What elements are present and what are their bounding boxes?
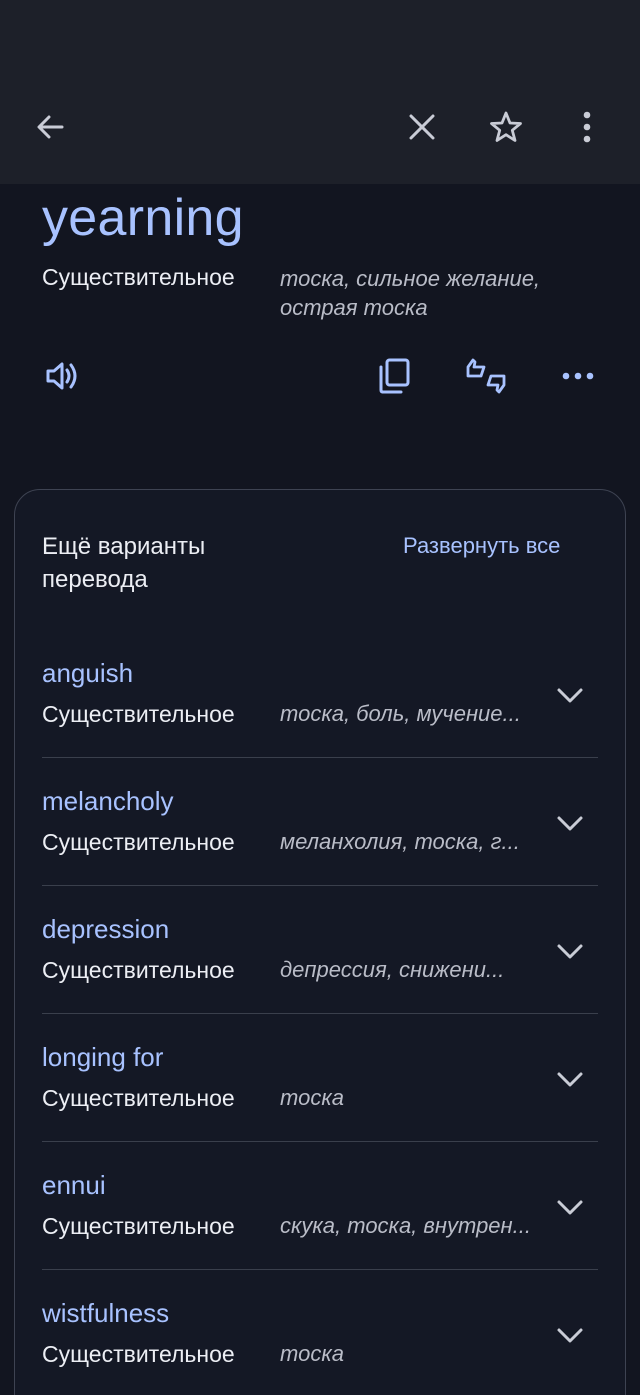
part-of-speech-label: Существительное <box>42 264 235 290</box>
chevron-down-icon <box>557 944 583 959</box>
close-icon <box>409 114 435 140</box>
variant-word: wistfulness <box>42 1298 170 1328</box>
more-vertical-icon <box>583 111 591 143</box>
chevron-down-icon <box>557 1200 583 1215</box>
overflow-menu-button[interactable] <box>563 103 611 151</box>
translation-variants-list: anguish Существительное тоска, боль, мучен… <box>42 630 598 1395</box>
copy-button[interactable] <box>370 352 418 400</box>
variant-part-of-speech: Существительное <box>42 1341 235 1367</box>
expand-variant-button[interactable] <box>552 1062 588 1098</box>
variant-word: depression <box>42 914 170 944</box>
translation-variant-row[interactable]: wistfulness Существительное тоска <box>42 1270 598 1395</box>
more-actions-button[interactable] <box>554 352 602 400</box>
variant-word: longing for <box>42 1042 164 1072</box>
chevron-down-icon <box>557 688 583 703</box>
thumbs-up-down-icon <box>466 358 506 394</box>
variant-translations: тоска <box>280 1341 344 1366</box>
variant-translations: депрессия, снижени... <box>280 957 505 982</box>
variant-translations: скука, тоска, внутрен... <box>280 1213 531 1238</box>
variant-part-of-speech: Существительное <box>42 957 235 983</box>
variant-word: melancholy <box>42 786 174 816</box>
feedback-button[interactable] <box>462 352 510 400</box>
variant-word: ennui <box>42 1170 106 1200</box>
headword: yearning <box>42 189 244 247</box>
more-translations-title: Ещё варианты перевода <box>42 533 206 593</box>
star-outline-icon <box>490 111 522 142</box>
main-translations: тоска, сильное желание, острая тоска <box>280 266 541 320</box>
copy-icon <box>379 358 410 394</box>
expand-variant-button[interactable] <box>552 1318 588 1354</box>
speaker-icon <box>46 362 77 390</box>
speak-button[interactable] <box>38 352 86 400</box>
top-app-bar <box>0 0 640 184</box>
variant-translations: тоска <box>280 1085 344 1110</box>
expand-all-button[interactable]: Развернуть все <box>403 533 560 559</box>
variant-part-of-speech: Существительное <box>42 701 235 727</box>
translation-variant-row[interactable]: depression Существительное депрессия, сниж… <box>42 886 598 1014</box>
expand-variant-button[interactable] <box>552 806 588 842</box>
variant-word: anguish <box>42 658 134 688</box>
chevron-down-icon <box>557 1072 583 1087</box>
chevron-down-icon <box>557 816 583 831</box>
back-button[interactable] <box>26 103 74 151</box>
translation-variant-row[interactable]: anguish Существительное тоска, боль, мучен… <box>42 630 598 758</box>
expand-variant-button[interactable] <box>552 1190 588 1226</box>
variant-part-of-speech: Существительное <box>42 1085 235 1111</box>
variant-translations: меланхолия, тоска, г... <box>280 829 520 854</box>
favorite-button[interactable] <box>482 103 530 151</box>
close-button[interactable] <box>398 103 446 151</box>
more-horizontal-icon <box>562 372 594 380</box>
translation-variant-row[interactable]: ennui Существительное скука, тоска, внутре… <box>42 1142 598 1270</box>
expand-variant-button[interactable] <box>552 934 588 970</box>
chevron-down-icon <box>557 1328 583 1343</box>
variant-part-of-speech: Существительное <box>42 829 235 855</box>
variant-translations: тоска, боль, мучение... <box>280 701 521 726</box>
translation-variant-row[interactable]: longing for Существительное тоска <box>42 1014 598 1142</box>
translation-variant-row[interactable]: melancholy Существительное меланхолия, тос… <box>42 758 598 886</box>
expand-variant-button[interactable] <box>552 678 588 714</box>
arrow-left-icon <box>37 115 64 139</box>
variant-part-of-speech: Существительное <box>42 1213 235 1239</box>
